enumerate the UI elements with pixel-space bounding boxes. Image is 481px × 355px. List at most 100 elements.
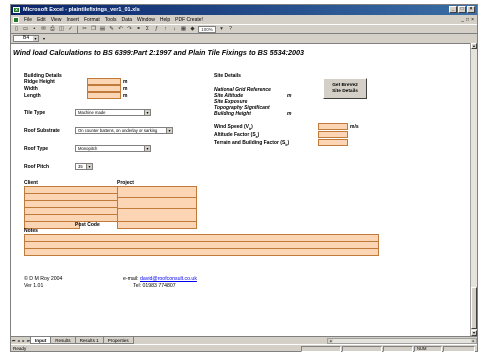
get-button-line2: Site Details bbox=[332, 89, 358, 94]
menu-window[interactable]: Window bbox=[137, 17, 155, 23]
ridge-height-unit: m bbox=[123, 79, 128, 85]
menu-file[interactable]: File bbox=[24, 17, 32, 23]
email-icon[interactable]: ✉ bbox=[40, 26, 47, 33]
scroll-right-icon[interactable]: ▸ bbox=[471, 338, 476, 343]
sheet-tabs-row: ⏮ ◂ ▸ ⏭ Input Results Results 1 Properti… bbox=[11, 336, 477, 344]
ridge-height-input[interactable] bbox=[87, 78, 121, 85]
new-icon[interactable]: ▯ bbox=[13, 26, 20, 33]
email-line: e-mail: david@roofconsult.co.uk bbox=[123, 276, 197, 282]
excel-window: X Microsoft Excel - plaintilefixings_ver… bbox=[10, 4, 478, 352]
roof-pitch-select[interactable]: 35 ▾ bbox=[75, 163, 93, 170]
width-input[interactable] bbox=[87, 85, 121, 92]
scroll-thumb[interactable] bbox=[471, 287, 477, 329]
minimize-icon[interactable]: _ bbox=[449, 6, 457, 13]
altitude-factor-label: Altitude Factor (Sa) bbox=[214, 132, 260, 139]
chevron-down-icon[interactable]: ▾ bbox=[144, 146, 150, 151]
window-controls: _ □ × bbox=[449, 6, 475, 13]
tile-type-select[interactable]: Machine made ▾ bbox=[75, 109, 151, 116]
email-link[interactable]: david@roofconsult.co.uk bbox=[140, 276, 197, 282]
roof-substrate-select[interactable]: On counter battens, on underlay or sarki… bbox=[75, 127, 173, 134]
roof-pitch-value: 35 bbox=[78, 164, 83, 169]
copyright-text: © D M Roy 2004 bbox=[24, 276, 63, 282]
notes-line-3[interactable] bbox=[24, 248, 379, 256]
print-icon[interactable]: ⎙ bbox=[49, 26, 56, 33]
menu-edit[interactable]: Edit bbox=[37, 17, 46, 23]
formula-bar: B4 ▾ ▾ bbox=[11, 34, 477, 43]
tab-input[interactable]: Input bbox=[30, 337, 52, 344]
worksheet[interactable]: Wind load Calculations to BS 6399:Part 2… bbox=[11, 43, 472, 336]
print-preview-icon[interactable]: ◫ bbox=[58, 26, 65, 33]
roof-substrate-value: On counter battens, on underlay or sarki… bbox=[78, 128, 158, 133]
copy-icon[interactable]: ❐ bbox=[90, 26, 97, 33]
tab-results[interactable]: Results bbox=[50, 337, 76, 344]
autosum-icon[interactable]: Σ bbox=[144, 26, 151, 33]
altitude-factor-input[interactable] bbox=[318, 131, 348, 138]
tab-results-1[interactable]: Results 1 bbox=[74, 337, 104, 344]
name-box-value: B4 bbox=[23, 35, 30, 41]
function-icon[interactable]: ƒ bbox=[153, 26, 160, 33]
menu-insert[interactable]: Insert bbox=[66, 17, 79, 23]
open-icon[interactable]: ▭ bbox=[22, 26, 29, 33]
wind-speed-input[interactable] bbox=[318, 123, 348, 130]
hyperlink-icon[interactable]: ⚭ bbox=[135, 26, 142, 33]
undo-icon[interactable]: ↶ bbox=[117, 26, 124, 33]
excel-app-icon[interactable]: X bbox=[13, 7, 20, 13]
post-code-input[interactable] bbox=[117, 221, 197, 229]
wind-speed-label: Wind Speed (Vb) bbox=[214, 124, 253, 131]
workbook-close-icon[interactable]: × bbox=[471, 17, 474, 23]
workbook-minimize-icon[interactable]: _ bbox=[461, 17, 464, 23]
restore-icon[interactable]: □ bbox=[458, 6, 466, 13]
help-icon[interactable]: ? bbox=[227, 26, 234, 33]
zoom-select[interactable]: 100% bbox=[198, 25, 216, 33]
roof-type-label: Roof Type bbox=[24, 146, 49, 152]
save-icon[interactable]: ▪ bbox=[31, 26, 38, 33]
menu-help[interactable]: Help bbox=[160, 17, 170, 23]
scroll-left-icon[interactable]: ◂ bbox=[328, 338, 333, 343]
get-breve2-site-details-button[interactable]: Get BreVe2 Site Details bbox=[323, 78, 367, 99]
drawing-icon[interactable]: ◆ bbox=[189, 26, 196, 33]
sort-ascending-icon[interactable]: ↑ bbox=[162, 26, 169, 33]
tab-properties[interactable]: Properties bbox=[102, 337, 134, 344]
menu-format[interactable]: Format bbox=[84, 17, 100, 23]
workbook-icon[interactable] bbox=[13, 16, 19, 23]
length-unit: m bbox=[123, 93, 128, 99]
menu-pdf-create[interactable]: PDF Create! bbox=[175, 17, 203, 23]
project-line-3[interactable] bbox=[117, 208, 197, 222]
site-details-heading: Site Details bbox=[214, 73, 241, 79]
redo-icon[interactable]: ↷ bbox=[126, 26, 133, 33]
status-panel-1 bbox=[301, 346, 341, 352]
formula-dropdown-icon[interactable]: ▾ bbox=[41, 35, 47, 42]
wind-speed-unit: m/s bbox=[350, 124, 359, 130]
sort-descending-icon[interactable]: ↓ bbox=[171, 26, 178, 33]
workbook-restore-icon[interactable]: □ bbox=[466, 17, 469, 23]
menu-data[interactable]: Data bbox=[121, 17, 132, 23]
chevron-down-icon[interactable]: ▾ bbox=[144, 110, 150, 115]
terrain-factor-label: Terrain and Building Factor (Sb) bbox=[214, 140, 290, 147]
tile-type-label: Tile Type bbox=[24, 110, 46, 116]
scroll-up-icon[interactable]: ▴ bbox=[471, 43, 477, 49]
menu-bar: File Edit View Insert Format Tools Data … bbox=[11, 15, 477, 24]
length-label: Length bbox=[24, 93, 41, 99]
name-box-dropdown-icon[interactable]: ▾ bbox=[33, 36, 38, 41]
roof-type-select[interactable]: Monopitch ▾ bbox=[75, 145, 151, 152]
close-icon[interactable]: × bbox=[467, 6, 475, 13]
format-painter-icon[interactable]: ✎ bbox=[108, 26, 115, 33]
zoom-dropdown-icon[interactable]: ▾ bbox=[218, 26, 225, 33]
vertical-scrollbar[interactable]: ▴ ▾ bbox=[470, 43, 477, 336]
terrain-factor-input[interactable] bbox=[318, 139, 348, 146]
menu-tools[interactable]: Tools bbox=[105, 17, 117, 23]
horizontal-scrollbar[interactable]: ◂ ▸ bbox=[327, 337, 477, 344]
name-box[interactable]: B4 ▾ bbox=[13, 35, 39, 42]
paste-icon[interactable]: ▤ bbox=[99, 26, 106, 33]
chart-wizard-icon[interactable]: ▦ bbox=[180, 26, 187, 33]
site-altitude-unit: m bbox=[287, 93, 292, 99]
chevron-down-icon[interactable]: ▾ bbox=[166, 128, 172, 133]
menu-view[interactable]: View bbox=[51, 17, 62, 23]
cut-icon[interactable]: ✂ bbox=[81, 26, 88, 33]
status-text: Ready bbox=[13, 346, 27, 351]
client-project-grid bbox=[24, 186, 197, 232]
length-input[interactable] bbox=[87, 92, 121, 99]
status-panel-2 bbox=[342, 346, 382, 352]
spelling-icon[interactable]: ✓ bbox=[67, 26, 74, 33]
chevron-down-icon[interactable]: ▾ bbox=[86, 164, 92, 169]
